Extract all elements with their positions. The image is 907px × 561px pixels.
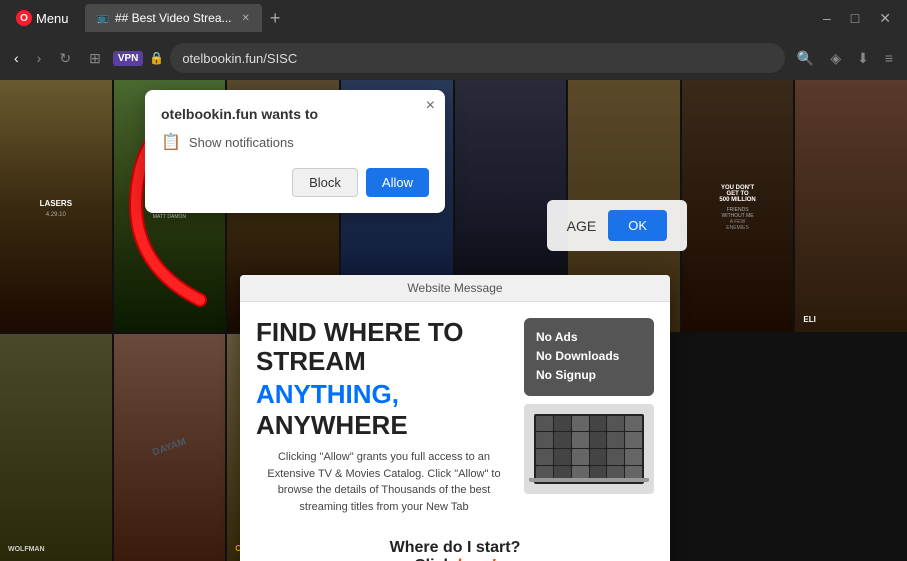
block-button[interactable]: Block: [292, 168, 358, 197]
message-bottom: Where do I start? Click here!: [240, 531, 670, 561]
new-tab-button[interactable]: +: [262, 8, 289, 29]
close-window-button[interactable]: ✕: [871, 6, 899, 31]
no-ads-badge: No Ads No Downloads No Signup: [524, 318, 654, 396]
stream-subtitle: ANYTHING, ANYWHERE: [256, 379, 512, 441]
window-controls: – □ ✕: [815, 6, 899, 31]
here-link[interactable]: here!: [457, 557, 496, 561]
menu-label: Menu: [36, 11, 69, 26]
cta-text: Click: [414, 557, 457, 561]
website-message-popup: Website Message FIND WHERE TO STREAM ANY…: [240, 275, 670, 561]
forward-button[interactable]: ›: [31, 46, 48, 70]
notification-permission-row: 📋 Show notifications: [161, 132, 429, 152]
search-icon[interactable]: 🔍: [791, 46, 820, 71]
message-description: Clicking "Allow" grants you full access …: [256, 449, 512, 515]
allow-button[interactable]: Allow: [366, 168, 429, 197]
notification-icon: 📋: [161, 132, 181, 152]
tab-close-button[interactable]: ✕: [242, 13, 250, 24]
tab-active[interactable]: 📺 ## Best Video Strea... ✕: [85, 4, 262, 32]
url-text: otelbookin.fun/SISC: [182, 51, 297, 66]
vpn-badge[interactable]: VPN: [113, 51, 144, 66]
title-bar: O Menu 📺 ## Best Video Strea... ✕ + – □ …: [0, 0, 907, 36]
age-text: AGE: [567, 218, 597, 234]
opera-logo: O: [16, 10, 32, 26]
menu-button[interactable]: O Menu: [8, 6, 77, 30]
laptop-screen: [534, 414, 644, 484]
sidebar-menu-icon[interactable]: ≡: [879, 46, 899, 70]
website-message-header: Website Message: [240, 275, 670, 302]
laptop-graphic: [524, 404, 654, 494]
movie-poster: YOU DON'TGET TO500 MILLION FRIENDS WITHO…: [682, 80, 794, 332]
page-content: LASERS 4.29.10 GREENZONE MATT DAMON DATE…: [0, 80, 907, 561]
laptop-base: [529, 478, 649, 482]
movie-poster: WOLFMAN: [0, 334, 112, 561]
badge-line-3: No Signup: [536, 366, 642, 385]
badge-line-2: No Downloads: [536, 347, 642, 366]
dialog-buttons: Block Allow: [161, 168, 429, 197]
browser-chrome: O Menu 📺 ## Best Video Strea... ✕ + – □ …: [0, 0, 907, 80]
tab-favicon: 📺: [97, 13, 109, 24]
cta-prefix: Where do I start?: [390, 539, 521, 556]
wallet-icon[interactable]: ◈: [824, 46, 847, 71]
movie-poster: DAYAM: [114, 334, 226, 561]
lock-icon: 🔒: [149, 51, 164, 65]
tab-overview-button[interactable]: ⊞: [83, 46, 107, 71]
dialog-title: otelbookin.fun wants to: [161, 106, 429, 122]
message-right: No Ads No Downloads No Signup: [524, 318, 654, 515]
stream-title: FIND WHERE TO STREAM: [256, 318, 512, 375]
notification-dialog: × otelbookin.fun wants to 📋 Show notific…: [145, 90, 445, 213]
nav-bar: ‹ › ↻ ⊞ VPN 🔒 otelbookin.fun/SISC 🔍 ◈ ⬇ …: [0, 36, 907, 80]
reload-button[interactable]: ↻: [53, 46, 77, 71]
address-bar[interactable]: otelbookin.fun/SISC: [170, 43, 785, 73]
tabs-area: 📺 ## Best Video Strea... ✕ +: [85, 4, 815, 32]
movie-poster: ELI: [795, 80, 907, 332]
tab-title: ## Best Video Strea...: [115, 11, 232, 25]
ok-dialog: AGE OK: [547, 200, 687, 251]
movie-poster: LASERS 4.29.10: [0, 80, 112, 332]
anywhere-text: ANYWHERE: [256, 410, 408, 440]
permission-label: Show notifications: [189, 135, 294, 150]
right-nav-icons: 🔍 ◈ ⬇ ≡: [791, 46, 899, 71]
message-body: FIND WHERE TO STREAM ANYTHING, ANYWHERE …: [240, 302, 670, 531]
anything-text: ANYTHING,: [256, 379, 399, 409]
badge-line-1: No Ads: [536, 328, 642, 347]
minimize-button[interactable]: –: [815, 6, 839, 31]
download-icon[interactable]: ⬇: [851, 46, 875, 71]
dialog-close-button[interactable]: ×: [426, 98, 435, 114]
maximize-button[interactable]: □: [843, 6, 867, 31]
message-left: FIND WHERE TO STREAM ANYTHING, ANYWHERE …: [256, 318, 512, 515]
back-button[interactable]: ‹: [8, 46, 25, 70]
ok-button[interactable]: OK: [608, 210, 667, 241]
